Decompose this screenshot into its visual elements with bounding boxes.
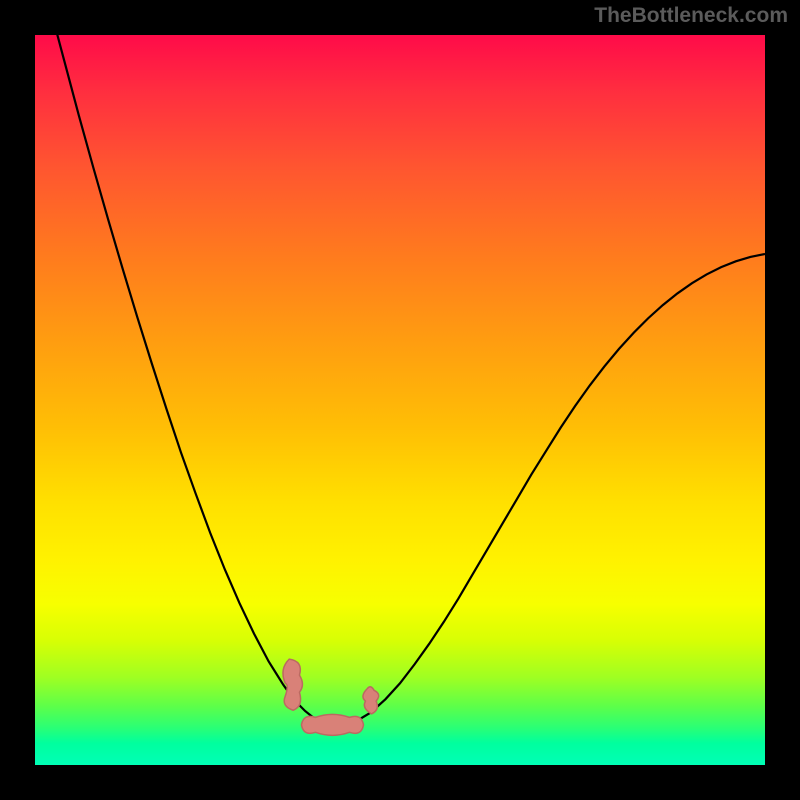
bottleneck-curve [35,35,765,726]
marker-right-cluster [363,687,379,714]
marker-left-cluster [283,659,303,710]
chart-svg [35,35,765,765]
plot-area [35,35,765,765]
marker-bottom-span [301,714,363,735]
watermark-text: TheBottleneck.com [594,4,788,28]
